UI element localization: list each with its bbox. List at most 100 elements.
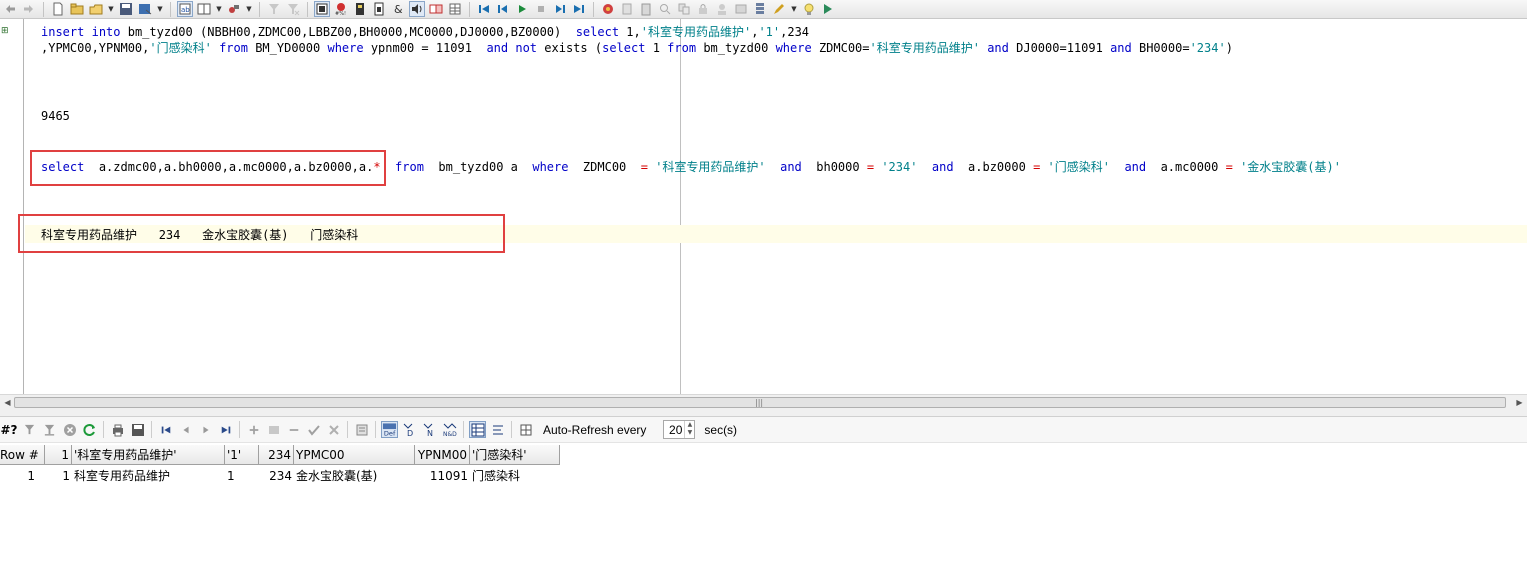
filter-icon[interactable] [21, 421, 38, 438]
column-header[interactable]: '1' [225, 445, 259, 465]
filter-icon[interactable] [266, 1, 282, 17]
print-icon[interactable] [109, 421, 126, 438]
play-icon[interactable] [514, 1, 530, 17]
text-view-icon[interactable] [489, 421, 506, 438]
cancel-icon[interactable] [61, 421, 78, 438]
def-button[interactable]: Def [381, 421, 398, 438]
next-record-icon[interactable] [197, 421, 214, 438]
layout-icon[interactable] [196, 1, 212, 17]
spinner-arrows-icon[interactable]: ▲ ▼ [684, 421, 694, 438]
format-icon[interactable]: ab [177, 1, 193, 17]
scrollbar-thumb[interactable]: ||| [14, 397, 1506, 408]
settings-icon[interactable] [733, 1, 749, 17]
column-header[interactable]: YPMC00 [294, 445, 415, 465]
next-record-icon[interactable] [552, 1, 568, 17]
column-header[interactable]: 1 [45, 445, 72, 465]
save-icon[interactable] [118, 1, 134, 17]
add-row-icon[interactable] [245, 421, 262, 438]
first-record-icon[interactable] [476, 1, 492, 17]
column-header[interactable]: 234 [259, 445, 294, 465]
last-record-icon[interactable] [571, 1, 587, 17]
refresh-interval-input[interactable] [664, 422, 685, 437]
table-cell[interactable]: 11091 [415, 466, 470, 486]
sql-icon[interactable]: #%! [333, 1, 349, 17]
insert-row-icon[interactable] [265, 421, 282, 438]
editor-horizontal-scrollbar[interactable]: ◀ ||| ▶ [0, 394, 1527, 409]
auto-refresh-icon[interactable] [517, 421, 534, 438]
clear-filter-icon[interactable] [285, 1, 301, 17]
fold-marker-icon[interactable]: ⊞ [1, 27, 10, 36]
n-icon[interactable]: N [421, 421, 438, 438]
new-file-icon[interactable] [50, 1, 66, 17]
sql-editor[interactable]: ⊞ insert into bm_tyzd00 (NBBH00,ZDMC00,L… [0, 19, 1527, 394]
layout-dropdown-icon[interactable]: ▼ [215, 1, 223, 17]
table-cell[interactable]: 1 [225, 466, 259, 486]
single-record-icon[interactable] [353, 421, 370, 438]
table-cell[interactable]: 门感染科 [470, 466, 560, 486]
nd-icon[interactable]: N&D [441, 421, 458, 438]
last-record-icon[interactable] [217, 421, 234, 438]
column-header-row-number[interactable]: Row # [0, 445, 45, 465]
save-icon[interactable] [129, 421, 146, 438]
refresh-interval-spinner[interactable]: ▲▼ [663, 420, 696, 439]
prev-record-icon[interactable] [177, 421, 194, 438]
keyword: from [395, 160, 424, 174]
bookmark-icon[interactable] [619, 1, 635, 17]
column-header[interactable]: YPNM00 [415, 445, 470, 465]
arrow-icon[interactable] [820, 1, 836, 17]
cancel-edit-icon[interactable] [325, 421, 342, 438]
scroll-left-icon[interactable]: ◀ [1, 396, 14, 409]
open-dropdown-icon[interactable]: ▼ [107, 1, 115, 17]
replace-icon[interactable] [676, 1, 692, 17]
tools-icon[interactable] [226, 1, 242, 17]
open-icon[interactable] [69, 1, 85, 17]
clear-filter-icon[interactable] [41, 421, 58, 438]
pencil-icon[interactable] [771, 1, 787, 17]
prev-record-icon[interactable] [495, 1, 511, 17]
ampersand-icon[interactable]: & [390, 1, 406, 17]
tools-dropdown-icon[interactable]: ▼ [245, 1, 253, 17]
panel-splitter[interactable] [0, 409, 1527, 417]
lock-icon[interactable] [695, 1, 711, 17]
column-header[interactable]: '门感染科' [470, 445, 560, 465]
save-as-icon[interactable] [137, 1, 153, 17]
table-cell[interactable]: 科室专用药品维护 [72, 466, 225, 486]
stack-icon[interactable] [752, 1, 768, 17]
row-number-cell: 1 [27, 469, 35, 483]
explain-plan-icon[interactable] [314, 1, 330, 17]
user-icon[interactable] [714, 1, 730, 17]
table-cell[interactable]: 1 [45, 466, 72, 486]
result-grid[interactable]: Row # 1 '科室专用药品维护' '1' 234 YPMC00 YPNM00… [0, 445, 1527, 588]
keyword: insert [41, 25, 85, 39]
speaker-icon[interactable] [409, 1, 425, 17]
grip-icon: ||| [755, 398, 764, 407]
bulb-icon[interactable] [801, 1, 817, 17]
undo-icon[interactable] [2, 1, 18, 17]
identifier: ZDMC00= [818, 41, 870, 55]
save-dropdown-icon[interactable]: ▼ [156, 1, 164, 17]
compare-icon[interactable] [428, 1, 444, 17]
stop-icon[interactable] [533, 1, 549, 17]
redo-icon[interactable] [21, 1, 37, 17]
post-icon[interactable] [305, 421, 322, 438]
refresh-icon[interactable] [81, 421, 98, 438]
clipboard-icon[interactable] [638, 1, 654, 17]
grid-view-icon[interactable] [469, 421, 486, 438]
debug-icon[interactable] [600, 1, 616, 17]
scroll-right-icon[interactable]: ▶ [1513, 396, 1526, 409]
open-folder-icon[interactable] [88, 1, 104, 17]
pencil-dropdown-icon[interactable]: ▼ [790, 1, 798, 17]
column-header[interactable]: '科室专用药品维护' [72, 445, 225, 465]
grid-icon[interactable] [447, 1, 463, 17]
first-record-icon[interactable] [157, 421, 174, 438]
import-icon[interactable] [371, 1, 387, 17]
table-cell[interactable]: 234 [259, 466, 294, 486]
delete-row-icon[interactable] [285, 421, 302, 438]
export-icon[interactable] [352, 1, 368, 17]
table-cell[interactable]: 金水宝胶囊(基) [294, 466, 415, 486]
find-icon[interactable] [657, 1, 673, 17]
keyword: not [515, 41, 538, 55]
d-icon[interactable]: D [401, 421, 418, 438]
table-row[interactable]: 1 1 科室专用药品维护 1 234 金水宝胶囊(基) 11091 门感染科 [0, 466, 560, 486]
row-count-button[interactable]: #? [0, 421, 18, 438]
